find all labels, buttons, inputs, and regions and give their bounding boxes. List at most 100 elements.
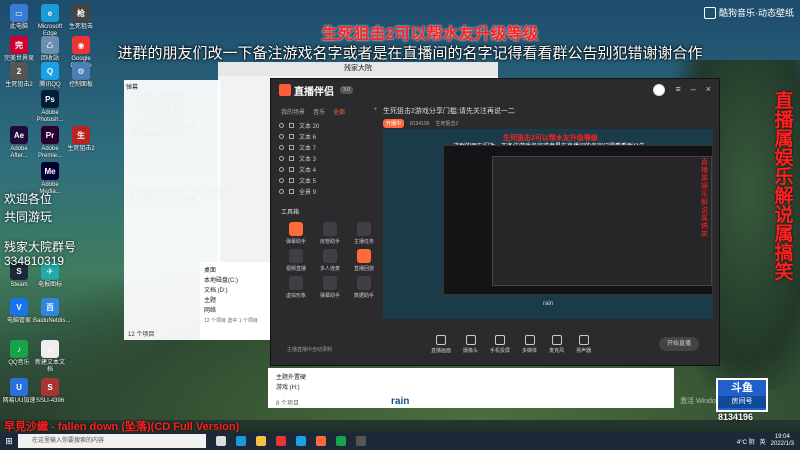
game-icon[interactable] <box>356 436 366 446</box>
desktop-icon[interactable]: Ps Adobe Photosh... <box>33 90 67 124</box>
desktop-icon[interactable]: 枪生死狙击 <box>64 4 98 31</box>
bottom-explorer-item[interactable]: 主题外置硬 <box>276 372 306 381</box>
desktop-icon[interactable]: Pr Adobe Premie... <box>33 126 67 160</box>
edge-icon[interactable] <box>236 436 246 446</box>
tool-button[interactable]: 数据助手 <box>349 276 379 299</box>
explorer-item[interactable]: 本地磁盘(C:) <box>204 276 274 286</box>
lock-icon[interactable] <box>289 189 294 194</box>
tool-button[interactable]: 虚拟形象 <box>281 276 311 299</box>
desktop-icon[interactable]: 2 生死狙击2 <box>2 62 36 89</box>
control-button[interactable]: 摄像头 <box>463 334 478 354</box>
control-button[interactable]: 多媒体 <box>522 334 537 354</box>
folder-icon[interactable] <box>256 436 266 446</box>
app-titlebar[interactable]: 直播伴侣 3.0 ≡ – × <box>271 79 719 101</box>
desktop-icon[interactable]: 生生死狙击2 <box>64 126 98 153</box>
explorer-window[interactable]: 桌面 本地磁盘(C:) 文档 (D:) 主题 网络 12 个项目 选中 1 个项… <box>200 262 278 340</box>
help-text-top: 欢迎使用斗鱼弹幕助手 左侧按钮可调整设置 互动区域可放大或缩小 右上角可设置透明… <box>130 92 260 140</box>
control-button[interactable]: 麦克风 <box>549 334 564 354</box>
control-button[interactable]: 直播画面 <box>431 334 451 354</box>
overlay-title-white: 进群的朋友们改一下备注游戏名字或者是在直播间的名字记得看看群公告别犯错谢谢合作 <box>117 45 703 62</box>
scene-item[interactable]: 文本 6 <box>279 131 379 142</box>
stream-preview[interactable]: 生死狙击2可以帮水友升级等级 进群的朋友们改一下备注游戏名字或者是在直播间的名字… <box>383 129 713 319</box>
streaming-app-window[interactable]: 直播伴侣 3.0 ≡ – × 我的场景 音乐 全部 + 文本 20 文本 6 文本 … <box>270 78 720 366</box>
explorer-item[interactable]: 主题 <box>204 296 274 306</box>
desktop-icon[interactable]: e Microsoft Edge <box>33 4 67 38</box>
weather-text[interactable]: 4°C 阴 <box>737 437 755 446</box>
desktop-icon[interactable]: ♺ 回收站 <box>33 36 67 63</box>
scene-item[interactable]: 全景 9 <box>279 186 379 197</box>
control-button[interactable]: 手机投屏 <box>490 334 510 354</box>
start-live-button[interactable]: 开始直播 <box>659 337 699 351</box>
lock-icon[interactable] <box>289 134 294 139</box>
app-icon: 完 <box>10 36 28 54</box>
help-line: 欢迎使用斗鱼弹幕助手 <box>130 93 191 99</box>
bottom-explorer-item[interactable]: 游戏 (H:) <box>276 382 300 391</box>
scene-item[interactable]: 文本 20 <box>279 120 379 131</box>
desktop-icon[interactable]: Ae Adobe After... <box>2 126 36 160</box>
overlay-title-red: 生死狙击2可以帮水友升级等级 <box>321 26 539 43</box>
tab-all[interactable]: 全部 <box>333 107 345 116</box>
chrome-icon[interactable] <box>276 436 286 446</box>
add-icon[interactable]: + <box>373 107 377 116</box>
tab-music[interactable]: 音乐 <box>313 107 325 116</box>
bottom-explorer[interactable]: 主题外置硬 游戏 (H:) 8 个项目 rain <box>268 368 674 408</box>
lock-icon[interactable] <box>289 178 294 183</box>
scene-item[interactable]: 文本 5 <box>279 175 379 186</box>
lock-icon[interactable] <box>289 145 294 150</box>
lock-icon[interactable] <box>289 167 294 172</box>
app-icon: Pr <box>41 126 59 144</box>
taskbar-search-input[interactable]: 在这里输入你要搜索的内容 <box>18 434 206 448</box>
lang-indicator[interactable]: 英 <box>760 437 766 446</box>
explorer-item[interactable]: 桌面 <box>204 266 274 276</box>
explorer-item[interactable]: 文档 (D:) <box>204 286 274 296</box>
tool-button[interactable]: 弹幕助手 <box>281 222 311 245</box>
music-icon[interactable] <box>336 436 346 446</box>
menu-icon[interactable]: ≡ <box>675 84 680 96</box>
eye-icon[interactable] <box>279 156 284 161</box>
lock-icon[interactable] <box>289 123 294 128</box>
desktop-icon[interactable]: ▭ 此电脑 <box>2 4 36 31</box>
tool-button[interactable]: 直播回放 <box>349 249 379 272</box>
eye-icon[interactable] <box>279 145 284 150</box>
avatar[interactable] <box>653 84 666 96</box>
qq-icon[interactable] <box>296 436 306 446</box>
eye-icon[interactable] <box>279 123 284 128</box>
control-button[interactable]: 扬声器 <box>576 334 591 354</box>
scene-item[interactable]: 文本 3 <box>279 153 379 164</box>
tool-button[interactable]: 视频直播 <box>281 249 311 272</box>
app-right-panel: 生死狙击2游戏分享门槛:请先关注再说一二 开播中 8134196 生死狙击2 生… <box>383 103 713 337</box>
eye-icon[interactable] <box>279 167 284 172</box>
eye-icon[interactable] <box>279 178 284 183</box>
desktop-icon[interactable]: ⚙ 控制面板 <box>64 62 98 89</box>
lock-icon[interactable] <box>289 156 294 161</box>
desktop-icon[interactable]: S SSLI-4396 <box>33 378 67 405</box>
tool-button[interactable]: 弹幕助手 <box>315 276 345 299</box>
desktop-icon[interactable]: 百 BaiduNetdis... <box>33 298 70 325</box>
desktop-icon[interactable]: Q 腾讯QQ <box>33 62 67 89</box>
scene-item[interactable]: 文本 7 <box>279 142 379 153</box>
windows-start-icon[interactable]: ⊞ <box>0 432 18 450</box>
eye-icon[interactable] <box>279 134 284 139</box>
stream-category[interactable]: 生死狙击2 <box>435 120 458 127</box>
streaming-app-icon[interactable] <box>316 436 326 446</box>
tab-my-scenes[interactable]: 我的场景 <box>281 107 305 116</box>
desktop-icon[interactable]: V 电脑管家 <box>2 298 36 325</box>
tool-button[interactable]: 房管助手 <box>315 222 345 245</box>
desktop-icon-label: 生死狙击 <box>68 24 93 30</box>
clock[interactable]: 19:04 2022/1/3 <box>771 434 794 448</box>
auto-record-hint[interactable]: 主播直播中自动录制 <box>287 346 332 353</box>
taskbar: ⊞ 在这里输入你要搜索的内容 4°C 阴 英 19:04 2022/1/3 <box>0 432 800 450</box>
eye-icon[interactable] <box>279 189 284 194</box>
desktop-icon[interactable]: ≡ 新建文本文档 <box>33 340 67 374</box>
desktop-icon[interactable]: U 网易UU加速 <box>2 378 36 405</box>
minimize-icon[interactable]: – <box>691 84 696 96</box>
app-icon: 百 <box>41 298 59 316</box>
desktop-icon[interactable]: ♪ QQ音乐 <box>2 340 36 367</box>
tool-button[interactable]: 多人连麦 <box>315 249 345 272</box>
stream-title[interactable]: 生死狙击2游戏分享门槛:请先关注再说一二 <box>383 103 713 116</box>
close-icon[interactable]: × <box>706 84 711 96</box>
task-view-icon[interactable] <box>216 436 226 446</box>
tool-button[interactable]: 主播任务 <box>349 222 379 245</box>
scene-item[interactable]: 文本 4 <box>279 164 379 175</box>
explorer-item[interactable]: 网络 <box>204 306 274 316</box>
